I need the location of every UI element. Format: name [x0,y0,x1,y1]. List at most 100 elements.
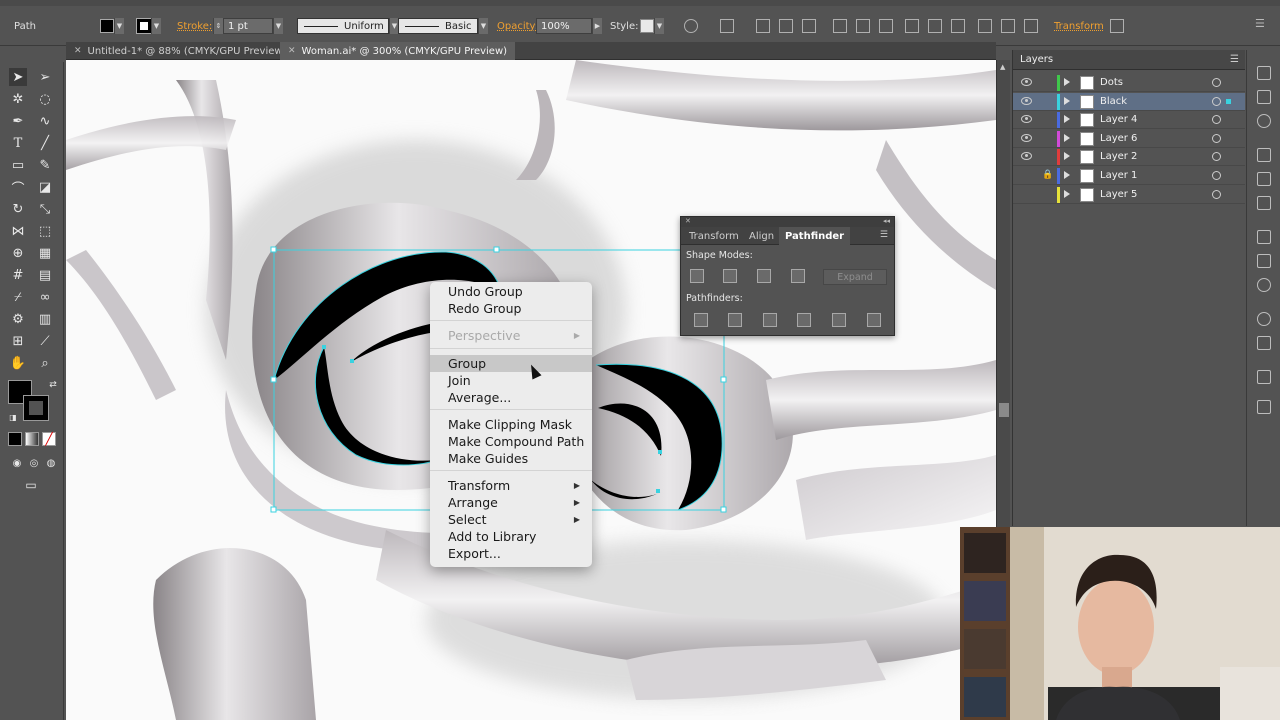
transform-link[interactable]: Transform [1054,18,1104,34]
stroke-weight-field[interactable]: 1 pt [223,18,273,34]
style-dropdown-icon[interactable]: ▼ [654,18,664,34]
layer-target-icon[interactable] [1212,189,1221,199]
scroll-up-icon[interactable]: ▲ [1000,63,1005,71]
expand-layer-icon[interactable] [1064,152,1070,161]
menu-item-add-to-library[interactable]: Add to Library [430,528,592,545]
layer-target-icon[interactable] [1212,78,1221,87]
panel-header[interactable]: ✕ ◂◂ [681,217,894,227]
stroke-stepper-icon[interactable]: ⇕ [213,18,223,34]
layer-target-icon[interactable] [1212,152,1221,162]
tab-align[interactable]: Align [743,227,780,245]
align-top-icon[interactable] [833,19,847,33]
scrollbar-thumb[interactable] [999,403,1009,417]
type-tool-icon[interactable]: T [9,134,27,152]
close-tab-icon[interactable]: ✕ [74,46,82,56]
visibility-eye-icon[interactable] [1021,152,1032,161]
draw-behind-icon[interactable]: ◎ [25,454,43,472]
layer-row-dots[interactable]: Dots [1013,74,1245,92]
libraries-icon[interactable] [1257,114,1271,128]
style-swatch[interactable] [640,19,654,33]
divide-icon[interactable] [694,313,708,327]
expand-layer-icon[interactable] [1064,115,1070,124]
stroke-weight-dropdown-icon[interactable]: ▼ [273,18,283,34]
distribute-center-icon[interactable] [1001,19,1015,33]
menu-item-group[interactable]: Group [430,355,592,372]
distribute-left-icon[interactable] [978,19,992,33]
symbols-icon[interactable] [1257,196,1271,210]
transparency-icon[interactable] [1257,278,1271,292]
pen-tool-icon[interactable]: ✒ [9,112,27,130]
symbol-sprayer-tool-icon[interactable]: ⚙ [9,310,27,328]
visibility-eye-icon[interactable] [1021,96,1032,105]
default-colors-icon[interactable]: ◨ [4,408,22,426]
select-similar-icon[interactable] [720,19,734,33]
collapse-panel-icon[interactable]: ◂◂ [883,217,890,225]
color-mode-icon[interactable] [8,432,22,446]
hand-tool-icon[interactable]: ✋ [9,354,27,372]
stroke-color-box[interactable] [23,395,49,421]
curvature-tool-icon[interactable]: ∿ [36,112,54,130]
visibility-eye-icon[interactable] [1021,133,1032,142]
minus-back-icon[interactable] [867,313,881,327]
tab-woman[interactable]: ✕ Woman.ai* @ 300% (CMYK/GPU Preview) [280,42,516,60]
panel-menu-icon[interactable]: ☰ [1230,54,1239,65]
column-graph-tool-icon[interactable]: ▥ [36,310,54,328]
intersect-icon[interactable] [757,269,771,283]
menu-item-redo-group[interactable]: Redo Group [430,300,592,317]
swap-colors-icon[interactable]: ⇄ [44,376,62,394]
unite-icon[interactable] [690,269,704,283]
opacity-arrow-icon[interactable]: ▶ [592,18,602,34]
zoom-tool-icon[interactable]: ⌕ [36,354,54,372]
tab-pathfinder[interactable]: Pathfinder [779,227,851,245]
expand-layer-icon[interactable] [1064,96,1070,105]
outline-icon[interactable] [832,313,846,327]
gradient-mode-icon[interactable] [25,432,39,446]
layer-target-icon[interactable] [1212,171,1221,180]
align-bottom-icon[interactable] [879,19,893,33]
layer-row-layer-2[interactable]: Layer 2 [1013,148,1245,167]
layer-name[interactable]: Layer 5 [1100,189,1137,200]
selected-art-indicator[interactable] [1226,98,1231,104]
panel-menu-icon[interactable]: ☰ [880,230,888,240]
rotate-tool-icon[interactable]: ↻ [9,200,27,218]
distribute-right-icon[interactable] [1024,19,1038,33]
paintbrush-tool-icon[interactable]: ✎ [36,156,54,174]
style-control[interactable]: ▼ [640,18,664,34]
eraser-tool-icon[interactable]: ◪ [36,178,54,196]
layer-target-icon[interactable] [1212,133,1221,143]
menu-item-select[interactable]: Select ▶ [430,511,592,528]
layer-row-layer-1[interactable]: 🔒 Layer 1 [1013,167,1245,185]
panel-menu-icon[interactable]: ☰ [1255,17,1269,31]
menu-item-export[interactable]: Export... [430,545,592,562]
stroke-panel-icon[interactable] [1257,230,1271,244]
layer-name[interactable]: Layer 4 [1100,114,1137,125]
brushes-icon[interactable] [1257,172,1271,186]
menu-item-make-clipping-mask[interactable]: Make Clipping Mask [430,416,592,433]
layer-name[interactable]: Dots [1100,77,1123,88]
layer-row-black[interactable]: Black [1013,92,1245,111]
merge-icon[interactable] [763,313,777,327]
artboards-icon[interactable] [1257,400,1271,414]
stroke-swatch-control[interactable]: ▼ [136,18,161,34]
menu-item-make-compound-path[interactable]: Make Compound Path [430,433,592,450]
visibility-eye-icon[interactable] [1021,115,1032,124]
expand-layer-icon[interactable] [1064,78,1070,86]
eyedropper-tool-icon[interactable]: ⌿ [9,288,27,306]
width-tool-icon[interactable]: ⋈ [9,222,27,240]
layer-name[interactable]: Layer 1 [1100,170,1137,181]
appearance-icon[interactable] [1257,312,1271,326]
layer-target-icon[interactable] [1212,96,1221,106]
expand-button[interactable]: Expand [823,269,887,285]
screen-mode-icon[interactable]: ▭ [22,476,40,494]
opacity-field[interactable]: 100% [536,18,592,34]
brush-dropdown-icon[interactable]: ▼ [478,18,488,34]
close-tab-icon[interactable]: ✕ [288,46,296,56]
distribute-bottom-icon[interactable] [951,19,965,33]
perspective-grid-tool-icon[interactable]: ▦ [36,244,54,262]
recolor-icon[interactable] [684,19,698,33]
tab-transform[interactable]: Transform [683,227,745,245]
align-middle-icon[interactable] [856,19,870,33]
distribute-top-icon[interactable] [905,19,919,33]
gradient-tool-icon[interactable]: ▤ [36,266,54,284]
tab-untitled[interactable]: ✕ Untitled-1* @ 88% (CMYK/GPU Preview) [66,42,295,60]
